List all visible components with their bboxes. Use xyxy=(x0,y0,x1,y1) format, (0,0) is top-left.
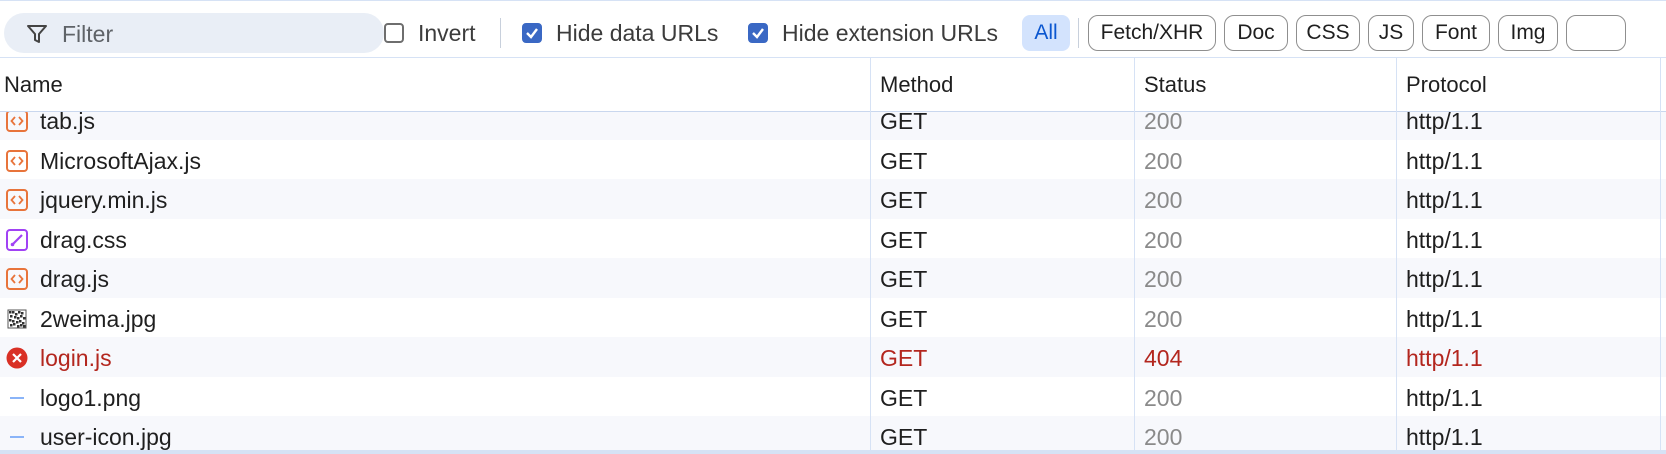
stylesheet-icon xyxy=(6,228,28,251)
hide-data-urls-checkbox[interactable]: Hide data URLs xyxy=(522,19,718,47)
qr-image-icon xyxy=(6,308,28,330)
request-status: 200 xyxy=(1144,226,1183,253)
checkbox-checked-icon[interactable] xyxy=(748,23,768,43)
request-row[interactable]: user-icon.jpg GET 200 http/1.1 xyxy=(0,416,1666,450)
script-icon xyxy=(6,149,28,172)
request-name: jquery.min.js xyxy=(40,187,168,213)
request-name: login.js xyxy=(40,345,112,371)
request-status: 200 xyxy=(1144,266,1183,292)
image-icon xyxy=(6,387,28,409)
image-icon xyxy=(6,426,28,448)
script-icon xyxy=(6,112,28,132)
request-method: GET xyxy=(880,187,928,213)
filter-chip-fetch-xhr[interactable]: Fetch/XHR xyxy=(1088,15,1216,51)
request-method: GET xyxy=(880,345,928,371)
request-protocol: http/1.1 xyxy=(1406,424,1483,450)
request-protocol: http/1.1 xyxy=(1406,147,1483,174)
filter-chip-js[interactable]: JS xyxy=(1368,15,1414,51)
request-protocol: http/1.1 xyxy=(1406,266,1483,292)
request-row[interactable]: logo1.png GET 200 http/1.1 xyxy=(0,376,1666,419)
request-name: user-icon.jpg xyxy=(40,424,172,450)
request-table-header: Name Method Status Protocol xyxy=(0,58,1666,112)
request-name: MicrosoftAjax.js xyxy=(40,147,202,174)
column-header-name[interactable]: Name xyxy=(4,72,63,98)
request-row[interactable]: tab.js GET 200 http/1.1 xyxy=(0,112,1666,142)
request-protocol: http/1.1 xyxy=(1406,187,1483,213)
checkbox-checked-icon[interactable] xyxy=(522,23,542,43)
request-protocol: http/1.1 xyxy=(1406,112,1483,134)
hide-extension-urls-checkbox[interactable]: Hide extension URLs xyxy=(748,19,998,47)
request-row[interactable]: 2weima.jpg GET 200 http/1.1 xyxy=(0,297,1666,340)
filter-icon xyxy=(27,25,47,43)
script-icon xyxy=(6,268,28,290)
column-header-protocol[interactable]: Protocol xyxy=(1406,72,1487,98)
request-method: GET xyxy=(880,384,928,411)
request-method: GET xyxy=(880,147,928,174)
column-header-status[interactable]: Status xyxy=(1144,72,1206,98)
request-name: tab.js xyxy=(40,112,95,134)
request-status: 200 xyxy=(1144,187,1183,213)
invert-checkbox[interactable]: Invert xyxy=(384,19,476,47)
request-protocol: http/1.1 xyxy=(1406,384,1483,411)
request-row[interactable]: jquery.min.js GET 200 http/1.1 xyxy=(0,179,1666,221)
filter-input[interactable] xyxy=(60,19,364,49)
column-divider[interactable] xyxy=(1134,58,1135,454)
error-icon xyxy=(6,347,28,369)
filter-chip-img[interactable]: Img xyxy=(1498,15,1558,51)
checkbox-unchecked-icon[interactable] xyxy=(384,23,404,43)
request-method: GET xyxy=(880,226,928,253)
filter-chip-css[interactable]: CSS xyxy=(1296,15,1360,51)
request-list: tab.js GET 200 http/1.1 MicrosoftAjax.js GET 2… xyxy=(0,112,1666,450)
request-method: GET xyxy=(880,305,928,332)
toolbar-divider xyxy=(500,18,501,48)
request-status: 200 xyxy=(1144,147,1183,174)
request-name: drag.css xyxy=(40,226,127,253)
filter-chip-doc[interactable]: Doc xyxy=(1224,15,1288,51)
column-divider[interactable] xyxy=(1660,58,1661,454)
request-status: 404 xyxy=(1144,345,1183,371)
toolbar-divider xyxy=(1078,18,1079,48)
invert-label: Invert xyxy=(418,19,476,46)
request-status: 200 xyxy=(1144,424,1183,450)
request-method: GET xyxy=(880,112,928,134)
filter-box[interactable] xyxy=(4,13,384,53)
script-icon xyxy=(6,189,28,211)
network-toolbar: Invert Hide data URLs Hide extension URL… xyxy=(0,0,1666,58)
request-status: 200 xyxy=(1144,384,1183,411)
request-method: GET xyxy=(880,424,928,450)
request-row[interactable]: MicrosoftAjax.js GET 200 http/1.1 xyxy=(0,139,1666,182)
request-protocol: http/1.1 xyxy=(1406,305,1483,332)
request-row[interactable]: drag.js GET 200 http/1.1 xyxy=(0,258,1666,300)
column-divider[interactable] xyxy=(870,58,871,454)
column-header-method[interactable]: Method xyxy=(880,72,953,98)
table-bottom-border xyxy=(0,450,1666,454)
hide-data-urls-label: Hide data URLs xyxy=(556,19,719,46)
request-name: 2weima.jpg xyxy=(40,305,157,332)
filter-chip-all[interactable]: All xyxy=(1022,15,1070,51)
request-row[interactable]: drag.css GET 200 http/1.1 xyxy=(0,218,1666,261)
filter-chip-font[interactable]: Font xyxy=(1422,15,1490,51)
request-method: GET xyxy=(880,266,928,292)
column-divider[interactable] xyxy=(1396,58,1397,454)
request-protocol: http/1.1 xyxy=(1406,226,1483,253)
request-protocol: http/1.1 xyxy=(1406,345,1483,371)
request-name: logo1.png xyxy=(40,384,142,411)
request-row[interactable]: login.js GET 404 http/1.1 xyxy=(0,337,1666,379)
request-status: 200 xyxy=(1144,112,1183,134)
request-name: drag.js xyxy=(40,266,110,292)
request-status: 200 xyxy=(1144,305,1183,332)
filter-chip-more[interactable] xyxy=(1566,15,1626,51)
hide-extension-urls-label: Hide extension URLs xyxy=(782,19,999,46)
